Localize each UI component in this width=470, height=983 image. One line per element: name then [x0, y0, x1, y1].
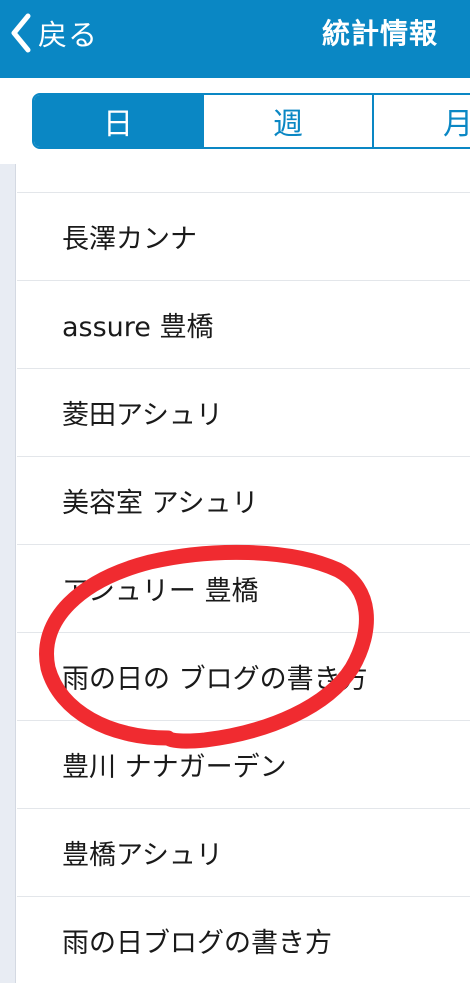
list-item[interactable]: アシュリー 豊橋 [17, 545, 470, 633]
list-item[interactable]: assure 豊橋 [17, 281, 470, 369]
side-margin [0, 164, 16, 983]
list-item[interactable]: 雨の日の ブログの書き方 [17, 633, 470, 721]
list-item[interactable]: 美容室 アシュリ [17, 457, 470, 545]
back-button[interactable]: 戻る [10, 8, 98, 58]
screen: 戻る 統計情報 日 週 月 長澤カンナ assure 豊橋 菱田アシュリ 美容室… [0, 0, 470, 983]
list-item[interactable]: 雨の日ブログの書き方 [17, 897, 470, 983]
list-item[interactable]: 長澤カンナ [17, 193, 470, 281]
chevron-left-icon [10, 13, 32, 53]
list-item[interactable]: 豊橋アシュリ [17, 809, 470, 897]
list-item[interactable]: 菱田アシュリ [17, 369, 470, 457]
list-item[interactable]: 豊川 ナナガーデン [17, 721, 470, 809]
list-item[interactable] [17, 105, 470, 193]
page-title: 統計情報 [321, 17, 438, 50]
back-label: 戻る [38, 18, 99, 52]
navigation-bar: 戻る 統計情報 [0, 0, 470, 78]
keyword-list: 長澤カンナ assure 豊橋 菱田アシュリ 美容室 アシュリ アシュリー 豊橋… [17, 105, 470, 983]
